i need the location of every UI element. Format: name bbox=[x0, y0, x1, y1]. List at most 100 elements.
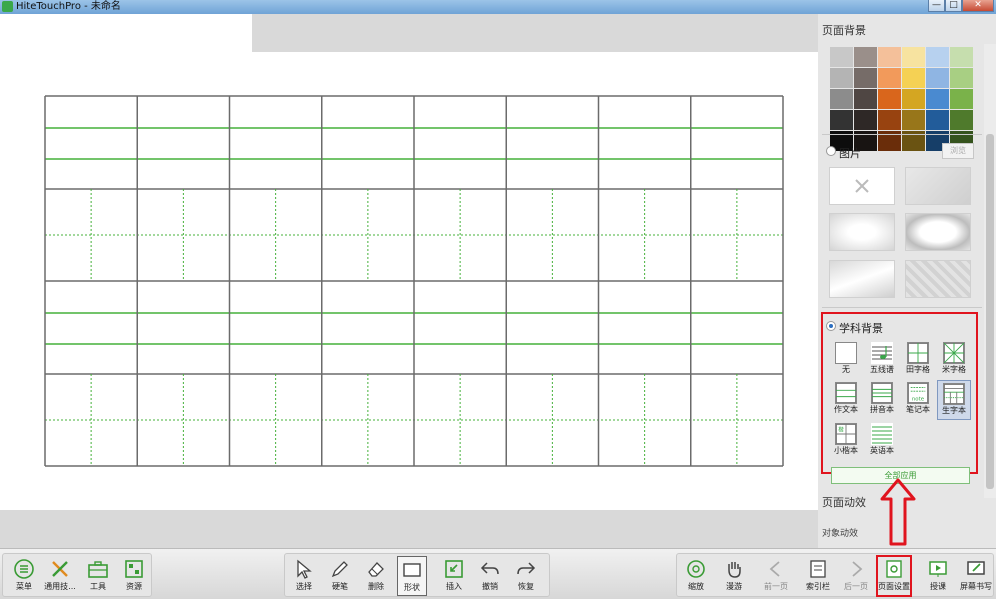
color-swatch[interactable] bbox=[902, 89, 925, 109]
menu-button[interactable]: 菜单 bbox=[9, 558, 39, 594]
color-swatch[interactable] bbox=[830, 68, 853, 88]
color-swatch[interactable] bbox=[950, 110, 973, 130]
undo-button[interactable]: 撤销 bbox=[475, 558, 505, 594]
color-swatch[interactable] bbox=[950, 47, 973, 67]
index-icon bbox=[810, 560, 826, 578]
texture-thumb[interactable] bbox=[905, 167, 971, 205]
color-swatch[interactable] bbox=[926, 47, 949, 67]
next-page-icon bbox=[852, 561, 863, 577]
subject-english[interactable]: 英语本 bbox=[865, 423, 899, 457]
tian-grid-icon bbox=[907, 342, 929, 364]
color-swatch[interactable] bbox=[926, 110, 949, 130]
pen-button[interactable]: 硬笔 bbox=[325, 558, 355, 594]
color-swatch[interactable] bbox=[830, 47, 853, 67]
color-swatch[interactable] bbox=[878, 110, 901, 130]
frame-thumb[interactable] bbox=[905, 213, 971, 251]
insert-icon bbox=[445, 560, 463, 578]
color-swatch[interactable] bbox=[926, 68, 949, 88]
paper-thumb[interactable] bbox=[829, 260, 895, 298]
next-page-button[interactable]: 后一页 bbox=[841, 558, 871, 594]
window-title: HiteTouchPro - 未命名 bbox=[16, 1, 121, 12]
color-swatch[interactable] bbox=[878, 89, 901, 109]
page-settings-button[interactable]: 页面设置 bbox=[876, 555, 912, 597]
prev-page-icon bbox=[769, 561, 780, 577]
shape-button[interactable]: 形状 bbox=[397, 556, 427, 596]
subject-composition[interactable]: 作文本 bbox=[829, 382, 863, 416]
object-effect-label[interactable]: 对象动效 bbox=[822, 526, 858, 539]
toolbar-group-right: 缩放 漫游 前一页 索引栏 后一页 页面设置 授课 屏幕书写 bbox=[676, 553, 994, 597]
general-tools-button[interactable]: 通用技... bbox=[44, 558, 76, 594]
undo-icon bbox=[480, 562, 499, 575]
screen-write-button[interactable]: 屏幕书写 bbox=[960, 558, 992, 594]
music-staff-icon bbox=[871, 342, 893, 364]
image-radio[interactable] bbox=[826, 146, 836, 156]
page-settings-icon bbox=[886, 560, 902, 578]
pattern-thumb[interactable] bbox=[905, 260, 971, 298]
insert-button[interactable]: 插入 bbox=[439, 558, 469, 594]
color-swatch[interactable] bbox=[854, 89, 877, 109]
color-swatch[interactable] bbox=[950, 89, 973, 109]
color-swatch[interactable] bbox=[878, 68, 901, 88]
page-tab-strip bbox=[0, 14, 818, 52]
no-image-thumb[interactable] bbox=[829, 167, 895, 205]
subject-pinyin[interactable]: 拼音本 bbox=[865, 382, 899, 416]
no-image-icon bbox=[855, 179, 869, 193]
select-cursor-icon bbox=[297, 559, 312, 579]
subject-radio[interactable] bbox=[826, 321, 836, 331]
blank-page-icon bbox=[835, 342, 857, 364]
color-swatch[interactable] bbox=[854, 47, 877, 67]
toolbox-button[interactable]: 工具 bbox=[83, 558, 113, 594]
tool-label: 前一页 bbox=[764, 582, 788, 591]
resources-button[interactable]: 资源 bbox=[119, 558, 149, 594]
maximize-button[interactable]: □ bbox=[945, 0, 962, 12]
color-swatch[interactable] bbox=[854, 68, 877, 88]
color-swatch[interactable] bbox=[902, 47, 925, 67]
subject-mi-grid[interactable]: 米字格 bbox=[937, 342, 971, 376]
toolbar-group-left: 菜单 通用技... 工具 资源 bbox=[2, 553, 152, 597]
teach-button[interactable]: 授课 bbox=[923, 558, 953, 594]
subject-label-text: 英语本 bbox=[870, 446, 894, 455]
subject-tian-grid[interactable]: 田字格 bbox=[901, 342, 935, 376]
teach-icon bbox=[929, 561, 947, 577]
note-icon: note bbox=[907, 382, 929, 404]
divider bbox=[822, 134, 982, 135]
tool-label: 屏幕书写 bbox=[960, 582, 992, 591]
character-book-icon bbox=[943, 383, 965, 405]
color-swatch[interactable] bbox=[926, 89, 949, 109]
color-swatch[interactable] bbox=[830, 110, 853, 130]
eraser-button[interactable]: 删除 bbox=[361, 558, 391, 594]
character-book-grid bbox=[44, 95, 784, 467]
subject-music-staff[interactable]: 五线谱 bbox=[865, 342, 899, 376]
subject-notebook[interactable]: note 笔记本 bbox=[901, 382, 935, 416]
subject-character-book[interactable]: 生字本 bbox=[937, 380, 971, 420]
zoom-button[interactable]: 缩放 bbox=[681, 558, 711, 594]
english-icon bbox=[871, 423, 893, 445]
pan-button[interactable]: 漫游 bbox=[719, 558, 749, 594]
redo-button[interactable]: 恢复 bbox=[511, 558, 541, 594]
panel-scrollbar-thumb[interactable] bbox=[986, 134, 994, 489]
index-button[interactable]: 索引栏 bbox=[803, 558, 833, 594]
subject-label-text: 生字本 bbox=[942, 406, 966, 415]
grid-lines bbox=[44, 95, 784, 467]
close-button[interactable]: ✕ bbox=[962, 0, 994, 12]
whiteboard-canvas[interactable] bbox=[0, 52, 818, 510]
subject-label-text: 米字格 bbox=[942, 365, 966, 374]
tool-label: 形状 bbox=[404, 583, 420, 592]
color-swatch[interactable] bbox=[878, 47, 901, 67]
composition-icon bbox=[835, 382, 857, 404]
prev-page-button[interactable]: 前一页 bbox=[761, 558, 791, 594]
subject-none[interactable]: 无 bbox=[829, 342, 863, 376]
title-bar: HiteTouchPro - 未命名 — □ ✕ bbox=[0, 0, 996, 14]
color-swatch[interactable] bbox=[902, 68, 925, 88]
minimize-button[interactable]: — bbox=[928, 0, 945, 12]
browse-button[interactable]: 浏览 bbox=[942, 143, 974, 159]
color-swatch[interactable] bbox=[950, 68, 973, 88]
subject-xiaokai[interactable]: 楷 小楷本 bbox=[829, 423, 863, 457]
canvas-bottom-strip bbox=[0, 510, 818, 548]
page-tab[interactable] bbox=[0, 14, 252, 52]
cloud-thumb[interactable] bbox=[829, 213, 895, 251]
color-swatch[interactable] bbox=[854, 110, 877, 130]
color-swatch[interactable] bbox=[830, 89, 853, 109]
select-button[interactable]: 选择 bbox=[289, 558, 319, 594]
color-swatch[interactable] bbox=[902, 110, 925, 130]
